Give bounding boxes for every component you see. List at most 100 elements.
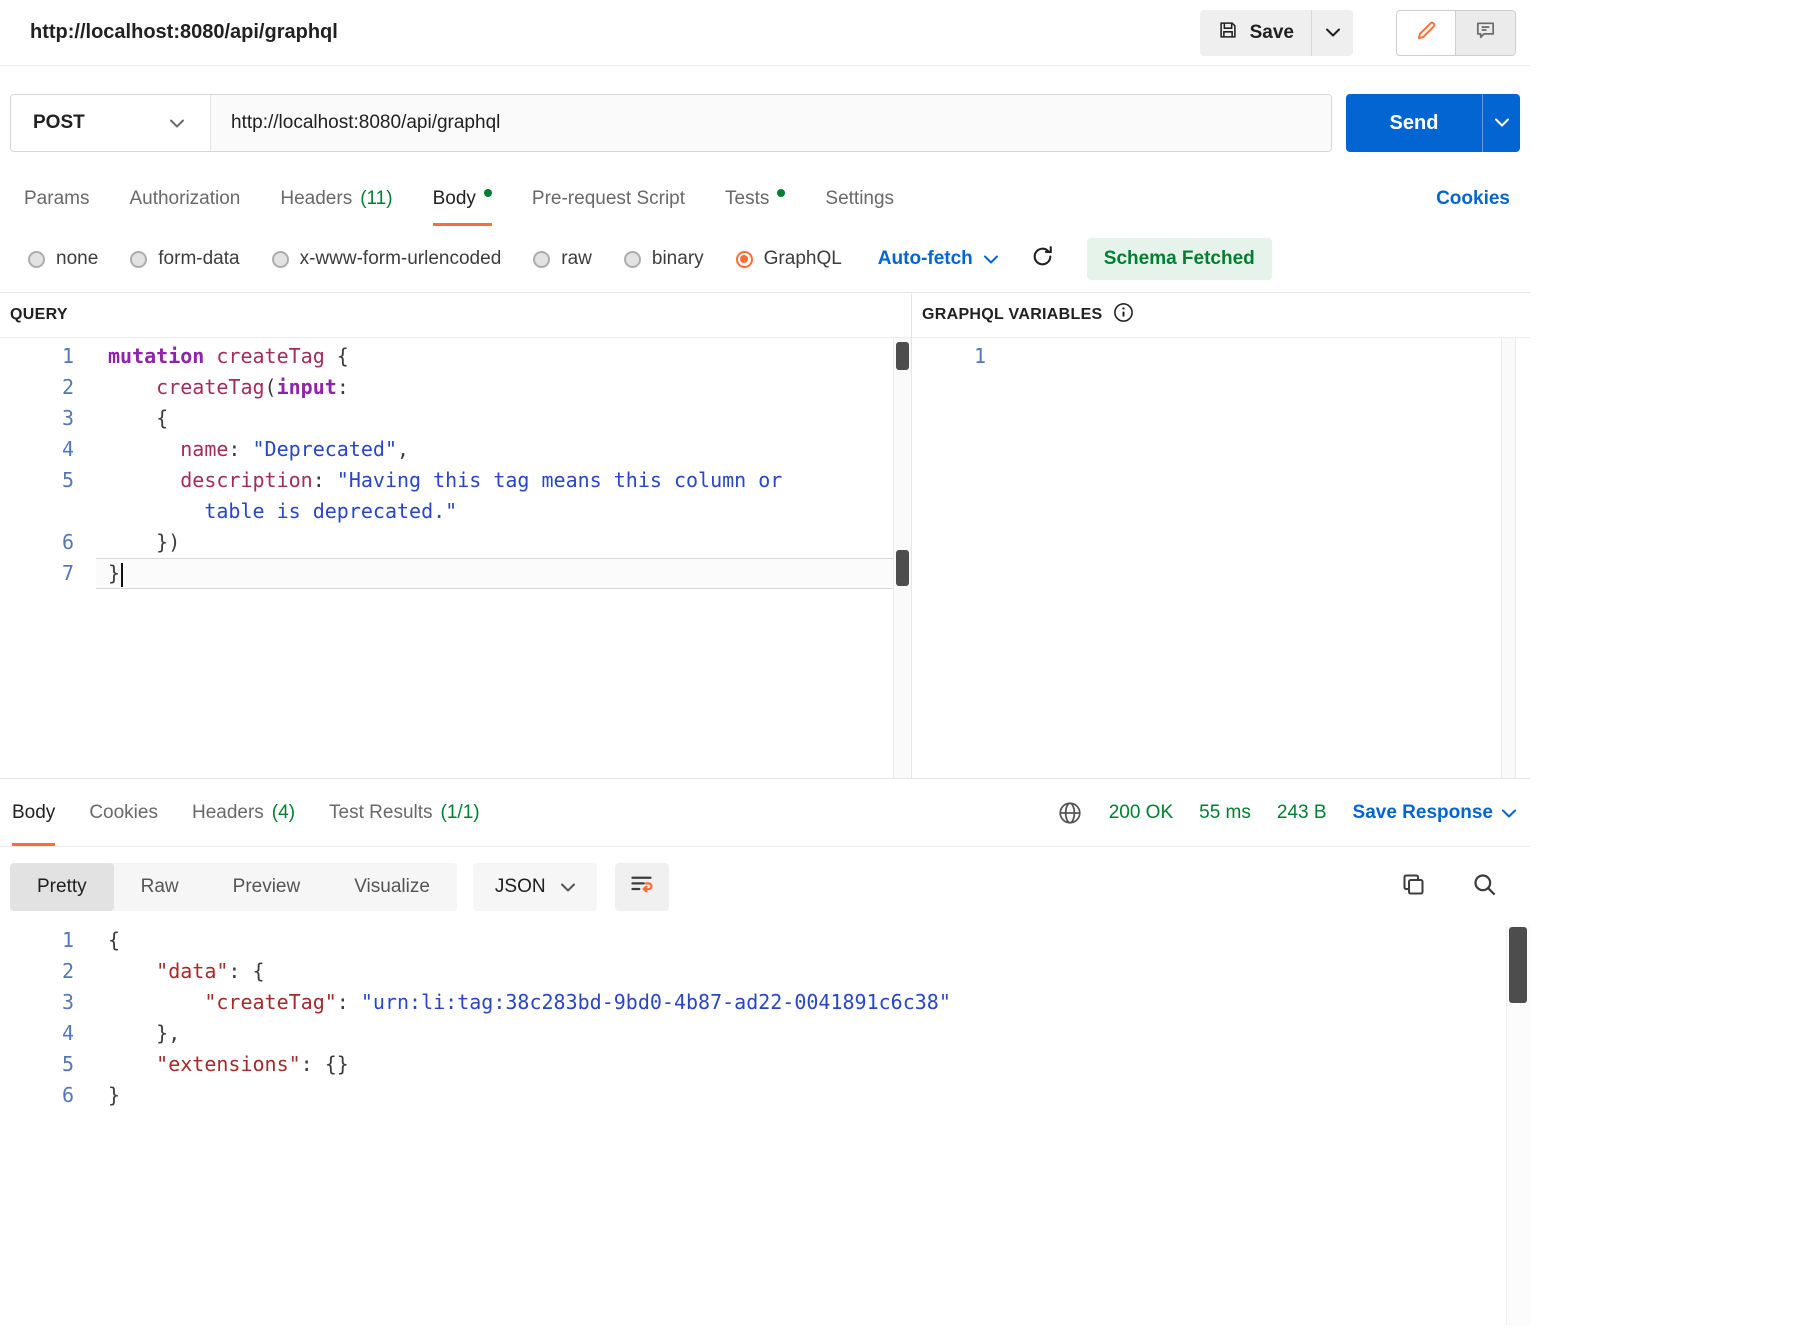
tab-params[interactable]: Params — [24, 172, 89, 226]
method-dropdown[interactable]: POST — [11, 95, 211, 151]
copy-icon — [1400, 885, 1427, 902]
language-dropdown[interactable]: JSON — [473, 863, 597, 911]
url-bar: POST http://localhost:8080/api/graphql — [10, 94, 1332, 152]
variables-pane-header: GRAPHQL VARIABLES — [912, 293, 1530, 337]
chevron-down-icon — [984, 248, 998, 270]
code-line: 5 description: "Having this tag means th… — [0, 465, 911, 496]
tab-authorization[interactable]: Authorization — [129, 172, 240, 226]
schema-status-badge: Schema Fetched — [1087, 238, 1272, 280]
topbar-actions: Save — [1200, 10, 1516, 56]
response-section: Body Cookies Headers(4) Test Results(1/1… — [0, 779, 1530, 1325]
radio-icon — [624, 251, 641, 268]
save-button-group: Save — [1200, 10, 1353, 56]
code-text: name: "Deprecated", — [90, 434, 409, 465]
send-options-button[interactable] — [1482, 94, 1520, 152]
line-number: 5 — [0, 1049, 90, 1080]
variables-editor[interactable]: 1 — [912, 337, 1530, 778]
line-number: 6 — [0, 527, 90, 558]
body-type-none[interactable]: none — [28, 248, 98, 270]
code-text: "data": { — [90, 956, 265, 987]
code-text: createTag(input: — [90, 372, 349, 403]
tab-headers[interactable]: Headers(11) — [280, 172, 392, 226]
headers-count: (11) — [360, 188, 392, 210]
request-bar: POST http://localhost:8080/api/graphql S… — [10, 94, 1520, 152]
code-line: 2 "data": { — [0, 956, 1530, 987]
chevron-down-icon — [1326, 24, 1340, 42]
copy-button[interactable] — [1400, 871, 1427, 903]
code-text: } — [90, 1080, 120, 1111]
view-preview[interactable]: Preview — [206, 863, 328, 911]
code-text: } — [90, 558, 123, 589]
body-type-binary[interactable]: binary — [624, 248, 704, 270]
code-text — [1002, 341, 1020, 372]
code-text: { — [90, 403, 168, 434]
response-tab-test-results[interactable]: Test Results(1/1) — [329, 779, 480, 846]
code-line: 3 "createTag": "urn:li:tag:38c283bd-9bd0… — [0, 987, 1530, 1018]
radio-icon — [272, 251, 289, 268]
response-body-editor[interactable]: 1{2 "data": {3 "createTag": "urn:li:tag:… — [0, 925, 1530, 1325]
radio-icon — [130, 251, 147, 268]
query-scrollbar[interactable] — [893, 338, 911, 778]
save-button[interactable]: Save — [1200, 10, 1311, 56]
query-editor[interactable]: 1mutation createTag {2 createTag(input:3… — [0, 337, 911, 778]
code-line: 4 }, — [0, 1018, 1530, 1049]
tab-settings[interactable]: Settings — [825, 172, 894, 226]
line-number: 2 — [0, 372, 90, 403]
body-type-raw[interactable]: raw — [533, 248, 592, 270]
view-pretty[interactable]: Pretty — [10, 863, 114, 911]
wrap-lines-icon — [628, 871, 655, 903]
tab-body[interactable]: Body — [433, 172, 492, 226]
code-line: 2 createTag(input: — [0, 372, 911, 403]
response-header: Body Cookies Headers(4) Test Results(1/1… — [0, 779, 1530, 847]
code-line: 1{ — [0, 925, 1530, 956]
code-text: { — [90, 925, 120, 956]
status-code: 200 OK — [1109, 802, 1173, 824]
body-type-form-data[interactable]: form-data — [130, 248, 239, 270]
variables-scrollbar[interactable] — [1501, 338, 1516, 778]
test-results-count: (1/1) — [441, 802, 480, 824]
response-tab-headers[interactable]: Headers(4) — [192, 779, 295, 846]
url-input[interactable]: http://localhost:8080/api/graphql — [211, 95, 1331, 151]
body-content-dot — [484, 189, 492, 197]
chevron-down-icon — [170, 112, 184, 134]
code-line: 6} — [0, 1080, 1530, 1111]
body-type-graphql[interactable]: GraphQL — [736, 248, 842, 270]
body-type-x-www-form-urlencoded[interactable]: x-www-form-urlencoded — [272, 248, 502, 270]
response-tab-cookies[interactable]: Cookies — [89, 779, 158, 846]
send-button[interactable]: Send — [1346, 94, 1482, 152]
save-options-button[interactable] — [1311, 10, 1353, 56]
scrollbar-thumb[interactable] — [1509, 927, 1527, 1003]
variables-title: GRAPHQL VARIABLES — [922, 306, 1103, 324]
comment-button[interactable] — [1456, 11, 1515, 55]
query-pane: QUERY 1mutation createTag {2 createTag(i… — [0, 293, 912, 778]
method-label: POST — [33, 112, 85, 134]
line-number: 1 — [912, 341, 1002, 372]
line-number: 4 — [0, 434, 90, 465]
wrap-lines-button[interactable] — [615, 863, 669, 911]
scrollbar-thumb[interactable] — [896, 342, 909, 370]
view-raw[interactable]: Raw — [114, 863, 206, 911]
response-tab-body[interactable]: Body — [12, 779, 55, 846]
refresh-schema-button[interactable] — [1030, 244, 1055, 275]
response-time: 55 ms — [1199, 802, 1251, 824]
response-size: 243 B — [1277, 802, 1327, 824]
line-number: 7 — [0, 558, 90, 589]
cookies-link[interactable]: Cookies — [1436, 188, 1510, 210]
autofetch-dropdown[interactable]: Auto-fetch — [878, 248, 998, 270]
radio-selected-icon — [736, 251, 753, 268]
code-text: }) — [90, 527, 180, 558]
view-visualize[interactable]: Visualize — [327, 863, 457, 911]
response-scrollbar[interactable] — [1506, 925, 1530, 1325]
request-title: http://localhost:8080/api/graphql — [30, 21, 338, 44]
network-globe-icon[interactable] — [1057, 800, 1083, 826]
line-number: 3 — [0, 403, 90, 434]
line-number: 6 — [0, 1080, 90, 1111]
search-button[interactable] — [1471, 871, 1498, 903]
edit-button[interactable] — [1397, 11, 1456, 55]
tab-pre-request-script[interactable]: Pre-request Script — [532, 172, 685, 226]
save-response-button[interactable]: Save Response — [1353, 802, 1516, 824]
tab-tests[interactable]: Tests — [725, 172, 785, 226]
info-icon[interactable] — [1113, 302, 1134, 328]
postman-app: http://localhost:8080/api/graphql Save — [0, 0, 1530, 1325]
chevron-down-icon — [561, 876, 575, 898]
